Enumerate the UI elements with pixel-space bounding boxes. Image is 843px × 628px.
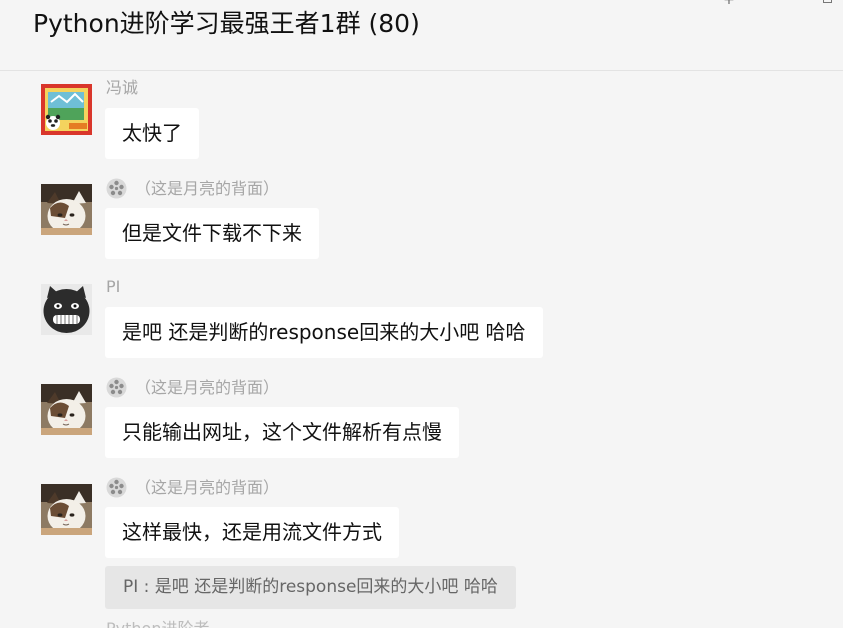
- chat-window: Python进阶学习最强王者1群 (80) + 冯诚 太快了 （这是月亮的背面）…: [0, 0, 843, 628]
- cat-avatar[interactable]: [41, 184, 92, 235]
- chat-header: Python进阶学习最强王者1群 (80) +: [0, 0, 843, 71]
- plus-icon[interactable]: +: [722, 0, 736, 7]
- message-bubble[interactable]: 这样最快，还是用流文件方式: [105, 507, 399, 558]
- emoji-icon: [106, 377, 127, 398]
- sender-name-text: （这是月亮的背面）: [135, 178, 280, 198]
- sender-name: PI: [106, 277, 121, 296]
- sender-name: （这是月亮的背面）: [106, 477, 279, 498]
- black-cat-avatar[interactable]: [41, 284, 92, 335]
- sender-name: 冯诚: [106, 78, 139, 97]
- message-bubble[interactable]: 太快了: [105, 108, 199, 159]
- message-bubble[interactable]: 是吧 还是判断的response回来的大小吧 哈哈: [105, 307, 543, 358]
- cat-avatar[interactable]: [41, 484, 92, 535]
- red-panda-avatar[interactable]: [41, 84, 92, 135]
- sender-name-text: （这是月亮的背面）: [135, 377, 280, 397]
- sender-name-text: （这是月亮的背面）: [135, 477, 280, 497]
- chat-title: Python进阶学习最强王者1群 (80): [33, 9, 420, 38]
- message-bubble[interactable]: 只能输出网址，这个文件解析有点慢: [105, 407, 459, 458]
- sender-name: （这是月亮的背面）: [106, 377, 279, 398]
- sender-name: Python进阶者: [106, 619, 209, 628]
- message-bubble[interactable]: 但是文件下载不下来: [105, 208, 319, 259]
- sender-name: （这是月亮的背面）: [106, 178, 279, 199]
- emoji-icon: [106, 178, 127, 199]
- emoji-icon: [106, 477, 127, 498]
- quoted-message[interactable]: PI : 是吧 还是判断的response回来的大小吧 哈哈: [105, 566, 516, 609]
- cat-avatar[interactable]: [41, 384, 92, 435]
- maximize-icon[interactable]: [823, 0, 832, 3]
